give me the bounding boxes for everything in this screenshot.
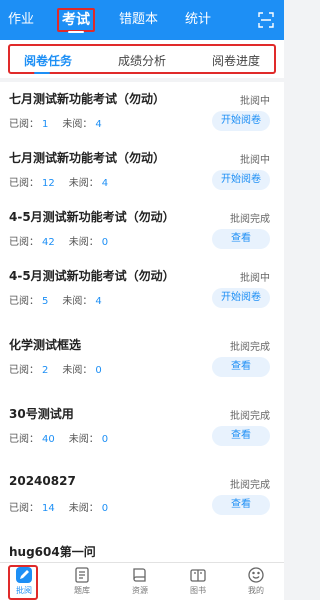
exam-stats: 已阅： 1 未阅： 4	[9, 115, 102, 130]
exam-status: 批阅中	[240, 273, 270, 284]
nav-question-bank[interactable]: 题库	[62, 566, 102, 600]
exam-status: 批阅完成	[230, 342, 270, 353]
nav-library[interactable]: 图书	[178, 566, 218, 600]
read-label: 已阅：	[9, 237, 39, 248]
read-label: 已阅：	[9, 296, 39, 307]
unread-label: 未阅：	[62, 296, 93, 307]
read-label: 已阅：	[9, 119, 39, 130]
exam-card[interactable]: 化学测试框选 批阅完成 已阅： 2 未阅： 0 查看	[0, 328, 284, 398]
read-label: 已阅：	[9, 434, 39, 445]
exam-status: 批阅完成	[230, 411, 270, 422]
nav-label: 图书	[190, 586, 206, 595]
nav-label: 我的	[248, 586, 264, 595]
unread-count: 4	[101, 178, 109, 189]
question-bank-icon	[75, 567, 89, 583]
exam-title: 30号测试用	[9, 407, 74, 421]
exam-card[interactable]: 30号测试用 批阅完成 已阅： 40 未阅： 0 查看	[0, 397, 284, 467]
read-count: 14	[42, 503, 55, 514]
exam-card[interactable]: 20240827 批阅完成 已阅： 14 未阅： 0 查看	[0, 466, 284, 536]
tab-wrong-questions[interactable]: 错题本	[119, 0, 158, 40]
unread-label: 未阅：	[68, 503, 99, 514]
unread-count: 0	[101, 503, 109, 514]
view-button[interactable]: 查看	[212, 357, 270, 377]
sub-tab-bar: 阅卷任务 成绩分析 阅卷进度	[0, 40, 284, 78]
exam-status: 批阅中	[240, 96, 270, 107]
bottom-nav-bar: 批阅 题库 资源 图书 我的	[0, 562, 284, 600]
start-grading-button[interactable]: 开始阅卷	[212, 288, 270, 308]
exam-title: 4-5月测试新功能考试（勿动）	[9, 210, 175, 224]
scan-icon[interactable]	[258, 12, 274, 28]
unread-label: 未阅：	[68, 178, 99, 189]
unread-count: 4	[95, 119, 102, 130]
read-label: 已阅：	[9, 503, 39, 514]
tab-grading-tasks[interactable]: 阅卷任务	[24, 52, 72, 69]
exam-stats: 已阅： 12 未阅： 4	[9, 174, 108, 189]
exam-status: 批阅中	[240, 155, 270, 166]
read-count: 5	[42, 296, 49, 307]
exam-stats: 已阅： 14 未阅： 0	[9, 499, 108, 514]
nav-label: 题库	[74, 586, 90, 595]
nav-label: 批阅	[16, 586, 32, 595]
read-count: 40	[42, 434, 55, 445]
read-count: 1	[42, 119, 49, 130]
unread-count: 0	[101, 237, 109, 248]
exam-title: 七月测试新功能考试（勿动）	[9, 92, 166, 106]
read-label: 已阅：	[9, 178, 39, 189]
highlight-box	[57, 8, 95, 32]
exam-stats: 已阅： 42 未阅： 0	[9, 233, 108, 248]
nav-mine[interactable]: 我的	[236, 566, 276, 600]
read-count: 2	[42, 365, 49, 376]
unread-count: 0	[95, 365, 102, 376]
active-subtab-underline	[34, 72, 50, 74]
unread-label: 未阅：	[68, 237, 99, 248]
active-tab-underline	[68, 31, 84, 33]
view-button[interactable]: 查看	[212, 229, 270, 249]
smile-icon	[248, 567, 264, 583]
tab-exam[interactable]: 考试	[57, 0, 95, 40]
exam-status: 批阅完成	[230, 480, 270, 491]
pen-icon	[16, 567, 32, 583]
exam-title: 化学测试框选	[9, 338, 82, 352]
read-label: 已阅：	[9, 365, 39, 376]
exam-title: 4-5月测试新功能考试（勿动）	[9, 269, 175, 283]
library-icon	[190, 569, 206, 582]
top-nav-bar: 作业 考试 错题本 统计	[0, 0, 284, 40]
start-grading-button[interactable]: 开始阅卷	[212, 111, 270, 131]
exam-card[interactable]: 4-5月测试新功能考试（勿动） 批阅中 已阅： 5 未阅： 4 开始阅卷	[0, 259, 284, 329]
exam-card[interactable]: hug604第一问	[0, 535, 284, 562]
exam-stats: 已阅： 40 未阅： 0	[9, 430, 108, 445]
read-count: 42	[42, 237, 55, 248]
exam-title: 七月测试新功能考试（勿动）	[9, 151, 166, 165]
view-button[interactable]: 查看	[212, 426, 270, 446]
tab-homework[interactable]: 作业	[8, 0, 34, 40]
unread-count: 0	[101, 434, 109, 445]
start-grading-button[interactable]: 开始阅卷	[212, 170, 270, 190]
book-icon	[133, 568, 146, 582]
view-button[interactable]: 查看	[212, 495, 270, 515]
tab-score-analysis[interactable]: 成绩分析	[118, 52, 166, 69]
tab-grading-progress[interactable]: 阅卷进度	[212, 52, 260, 69]
exam-list: 七月测试新功能考试（勿动） 批阅中 已阅： 1 未阅： 4 开始阅卷 七月测试新功能考…	[0, 82, 284, 562]
nav-resources[interactable]: 资源	[120, 566, 160, 600]
exam-stats: 已阅： 5 未阅： 4	[9, 292, 102, 307]
unread-label: 未阅：	[62, 365, 93, 376]
exam-title: 20240827	[9, 474, 76, 488]
unread-label: 未阅：	[68, 434, 99, 445]
nav-label: 资源	[132, 586, 148, 595]
exam-title: hug604第一问	[9, 545, 96, 559]
tab-statistics[interactable]: 统计	[185, 0, 211, 40]
unread-label: 未阅：	[62, 119, 93, 130]
nav-grading[interactable]: 批阅	[4, 566, 44, 600]
unread-count: 4	[95, 296, 102, 307]
read-count: 12	[42, 178, 55, 189]
exam-status: 批阅完成	[230, 214, 270, 225]
exam-stats: 已阅： 2 未阅： 0	[9, 361, 102, 376]
